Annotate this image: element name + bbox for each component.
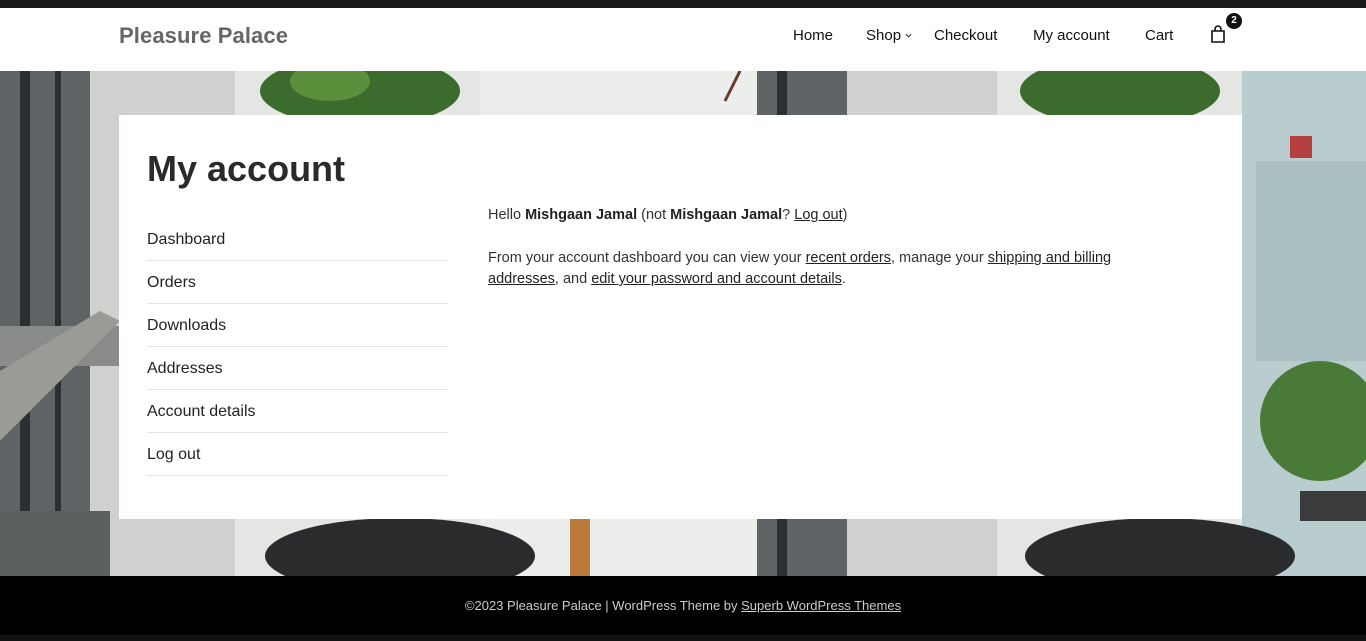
dash-intro-text: From your account dashboard you can view…: [488, 250, 806, 266]
user-name: Mishgaan Jamal: [525, 207, 638, 223]
site-footer: ©2023 Pleasure Palace | WordPress Theme …: [0, 576, 1366, 635]
greeting-hello: Hello: [488, 207, 526, 223]
account-details-link[interactable]: edit your password and account details: [591, 271, 842, 287]
site-title-link[interactable]: Pleasure Palace: [119, 23, 288, 49]
dash-and-text: , and: [554, 271, 592, 287]
user-name-repeat: Mishgaan Jamal: [670, 207, 783, 223]
dash-end-text: .: [841, 271, 846, 287]
dashboard-intro: From your account dashboard you can view…: [488, 248, 1168, 290]
greeting-paragraph: Hello Mishgaan Jamal (not Mishgaan Jamal…: [488, 205, 1168, 226]
dash-mid-text: , manage your: [891, 250, 988, 266]
chevron-down-icon: [905, 33, 912, 38]
page-title: My account: [147, 148, 346, 189]
nav-checkout[interactable]: Checkout: [934, 27, 997, 44]
cart-count-badge: 2: [1226, 13, 1242, 29]
logout-link[interactable]: Log out: [794, 207, 842, 223]
footer-credits: ©2023 Pleasure Palace | WordPress Theme …: [0, 598, 1366, 613]
account-nav-orders[interactable]: Orders: [147, 261, 448, 304]
footer-theme-link[interactable]: Superb WordPress Themes: [741, 598, 901, 613]
greeting-question: ?: [782, 207, 795, 223]
nav-my-account[interactable]: My account: [1033, 27, 1110, 44]
greeting-close: ): [842, 207, 848, 223]
account-nav-dashboard[interactable]: Dashboard: [147, 218, 448, 261]
account-nav-account-details[interactable]: Account details: [147, 390, 448, 433]
account-nav-log-out[interactable]: Log out: [147, 433, 448, 476]
site-header: Pleasure Palace Home Shop Checkout My ac…: [0, 8, 1366, 71]
shopping-bag-icon[interactable]: [1209, 24, 1227, 44]
top-strip: [0, 0, 1366, 8]
account-nav-addresses[interactable]: Addresses: [147, 347, 448, 390]
dashboard-content: Hello Mishgaan Jamal (not Mishgaan Jamal…: [488, 205, 1168, 312]
nav-shop[interactable]: Shop: [866, 27, 913, 44]
account-nav-downloads[interactable]: Downloads: [147, 304, 448, 347]
nav-home[interactable]: Home: [793, 27, 833, 44]
greeting-not: (not: [637, 207, 671, 223]
nav-shop-label: Shop: [866, 27, 902, 44]
recent-orders-link[interactable]: recent orders: [806, 250, 891, 266]
footer-copyright: ©2023 Pleasure Palace | WordPress Theme …: [464, 598, 742, 613]
account-card: My account Dashboard Orders Downloads Addre…: [119, 115, 1242, 519]
nav-cart[interactable]: Cart: [1145, 27, 1173, 44]
bottom-strip: [0, 635, 1366, 641]
account-navigation: Dashboard Orders Downloads Addresses Account…: [147, 218, 448, 476]
